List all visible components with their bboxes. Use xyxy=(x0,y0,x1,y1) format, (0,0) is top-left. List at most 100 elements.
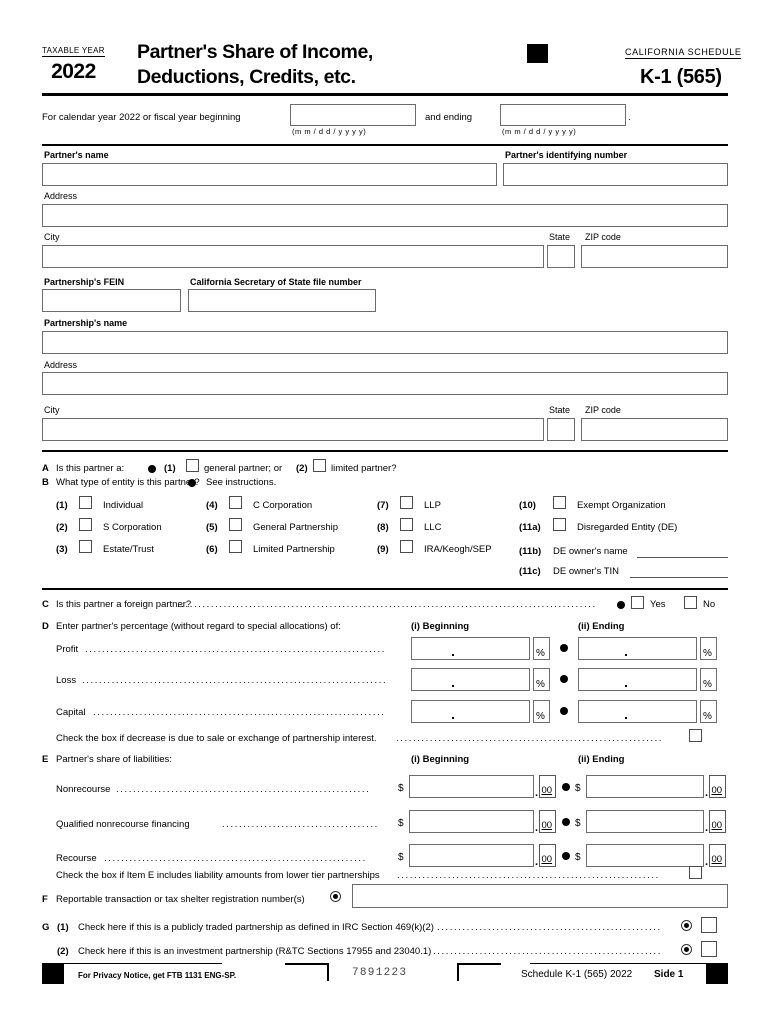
cents-value: 00 xyxy=(711,854,723,865)
item-b-letter: B xyxy=(42,477,49,488)
fiscal-year-end-input[interactable] xyxy=(500,104,626,126)
item-e-row-1-label: Nonrecourse xyxy=(56,784,111,795)
entity-type-s-corporation-checkbox[interactable] xyxy=(79,518,92,531)
item-g-row-2-label: Check here if this is an investment part… xyxy=(78,946,432,957)
item-e-nonrecourse-beginning-cents: 00 xyxy=(539,775,556,798)
entity-type-6-num: (6) xyxy=(206,544,218,555)
entity-type-11a-label: Disregarded Entity (DE) xyxy=(577,522,678,533)
begin-date-hint: (m m / d d / y y y y) xyxy=(292,127,367,136)
partner-zip-input[interactable] xyxy=(581,245,728,268)
partnership-address-input[interactable] xyxy=(42,372,728,395)
de-owner-tin-input[interactable] xyxy=(630,576,728,578)
footer-marker-left xyxy=(42,964,64,984)
item-e-qualified-ending-input[interactable] xyxy=(586,810,704,833)
percent-symbol: % xyxy=(536,711,545,722)
fiscal-year-begin-input[interactable] xyxy=(290,104,416,126)
item-e-qualified-beginning-decimal: . xyxy=(535,822,539,834)
item-a-general-partner-checkbox[interactable] xyxy=(186,459,199,472)
item-e-row-1-dots: ........................................… xyxy=(116,784,371,795)
scan-bracket-right-side xyxy=(457,963,460,981)
partnership-city-input[interactable] xyxy=(42,418,544,441)
partner-city-label: City xyxy=(44,232,60,242)
item-g-investment-partnership-checkbox[interactable] xyxy=(701,941,717,957)
entity-type-8-label: LLC xyxy=(424,522,442,533)
footer-side-text: Side 1 xyxy=(654,969,684,980)
item-e-col-beginning: (i) Beginning xyxy=(411,754,470,765)
header-divider xyxy=(42,93,728,96)
item-d-loss-bullet xyxy=(560,675,568,683)
partner-id-input[interactable] xyxy=(503,163,728,186)
partner-address-label: Address xyxy=(44,191,78,201)
entity-type-7-num: (7) xyxy=(377,500,389,511)
entity-type-general-partnership-checkbox[interactable] xyxy=(229,518,242,531)
entity-type-individual-checkbox[interactable] xyxy=(79,496,92,509)
item-d-capital-ending-input[interactable] xyxy=(578,700,697,723)
item-d-decrease-checkbox[interactable] xyxy=(689,729,702,742)
item-c-yes-checkbox[interactable] xyxy=(631,596,644,609)
entity-type-ira-keogh-sep-checkbox[interactable] xyxy=(400,540,413,553)
percent-symbol: % xyxy=(703,648,712,659)
item-f-registration-input[interactable] xyxy=(352,884,728,908)
partnership-zip-input[interactable] xyxy=(581,418,728,441)
item-e-col-ending: (ii) Ending xyxy=(578,754,625,765)
taxable-year-value: 2022 xyxy=(51,60,96,83)
item-c-letter: C xyxy=(42,599,49,610)
item-e-recourse-ending-decimal: . xyxy=(705,856,709,868)
partnership-sos-input[interactable] xyxy=(188,289,376,312)
footer-schedule-text: Schedule K-1 (565) 2022 xyxy=(521,969,633,980)
period-end-period: . xyxy=(628,112,631,123)
period-divider xyxy=(42,144,728,146)
item-e-nonrecourse-beginning-input[interactable] xyxy=(409,775,534,798)
entity-type-estate-trust-checkbox[interactable] xyxy=(79,540,92,553)
item-f-letter: F xyxy=(42,894,48,905)
entity-type-10-num: (10) xyxy=(519,500,536,511)
entity-type-1-num: (1) xyxy=(56,500,68,511)
item-a-option-2-label: limited partner? xyxy=(331,463,397,474)
item-g-publicly-traded-checkbox[interactable] xyxy=(701,917,717,933)
entity-type-10-label: Exempt Organization xyxy=(577,500,666,511)
item-e-recourse-bullet xyxy=(562,852,570,860)
de-owner-name-input[interactable] xyxy=(637,556,728,558)
partnership-address-label: Address xyxy=(44,360,78,370)
item-e-question: Partner's share of liabilities: xyxy=(56,754,172,765)
item-d-capital-beginning-input[interactable] xyxy=(411,700,530,723)
partner-name-input[interactable] xyxy=(42,163,497,186)
item-e-lower-tier-note: Check the box if Item E includes liabili… xyxy=(56,870,380,881)
percent-symbol: % xyxy=(703,711,712,722)
item-e-nonrecourse-beginning-decimal: . xyxy=(535,787,539,799)
entity-type-limited-partnership-checkbox[interactable] xyxy=(229,540,242,553)
item-e-qualified-beginning-dollar: $ xyxy=(398,818,404,829)
entity-type-exempt-organization-checkbox[interactable] xyxy=(553,496,566,509)
item-d-profit-beginning-input[interactable] xyxy=(411,637,530,660)
item-d-col-beginning: (i) Beginning xyxy=(411,621,470,632)
percent-symbol: % xyxy=(703,679,712,690)
item-d-loss-beginning-input[interactable] xyxy=(411,668,530,691)
entity-type-disregarded-entity-checkbox[interactable] xyxy=(553,518,566,531)
partner-city-input[interactable] xyxy=(42,245,544,268)
item-a-limited-partner-checkbox[interactable] xyxy=(313,459,326,472)
partnership-state-input[interactable] xyxy=(547,418,575,441)
item-e-qualified-beginning-input[interactable] xyxy=(409,810,534,833)
entity-type-llc-checkbox[interactable] xyxy=(400,518,413,531)
entity-type-8-num: (8) xyxy=(377,522,389,533)
item-a-option-1-num: (1) xyxy=(164,463,176,474)
partner-name-label: Partner's name xyxy=(44,150,109,160)
item-c-no-checkbox[interactable] xyxy=(684,596,697,609)
item-e-lower-tier-checkbox[interactable] xyxy=(689,866,702,879)
item-e-nonrecourse-ending-cents: 00 xyxy=(709,775,726,798)
item-e-nonrecourse-ending-input[interactable] xyxy=(586,775,704,798)
entity-type-llp-checkbox[interactable] xyxy=(400,496,413,509)
partner-state-input[interactable] xyxy=(547,245,575,268)
item-d-loss-ending-input[interactable] xyxy=(578,668,697,691)
item-d-profit-beginning-decimal xyxy=(452,654,454,656)
partnership-name-input[interactable] xyxy=(42,331,728,354)
item-d-profit-ending-input[interactable] xyxy=(578,637,697,660)
partnership-fein-input[interactable] xyxy=(42,289,181,312)
taxable-year-block: TAXABLE YEAR 2022 xyxy=(42,46,105,84)
item-a-bullet-marker xyxy=(148,465,156,473)
item-e-recourse-ending-input[interactable] xyxy=(586,844,704,867)
item-e-recourse-beginning-input[interactable] xyxy=(409,844,534,867)
partner-address-input[interactable] xyxy=(42,204,728,227)
cents-value: 00 xyxy=(541,854,553,865)
entity-type-c-corporation-checkbox[interactable] xyxy=(229,496,242,509)
